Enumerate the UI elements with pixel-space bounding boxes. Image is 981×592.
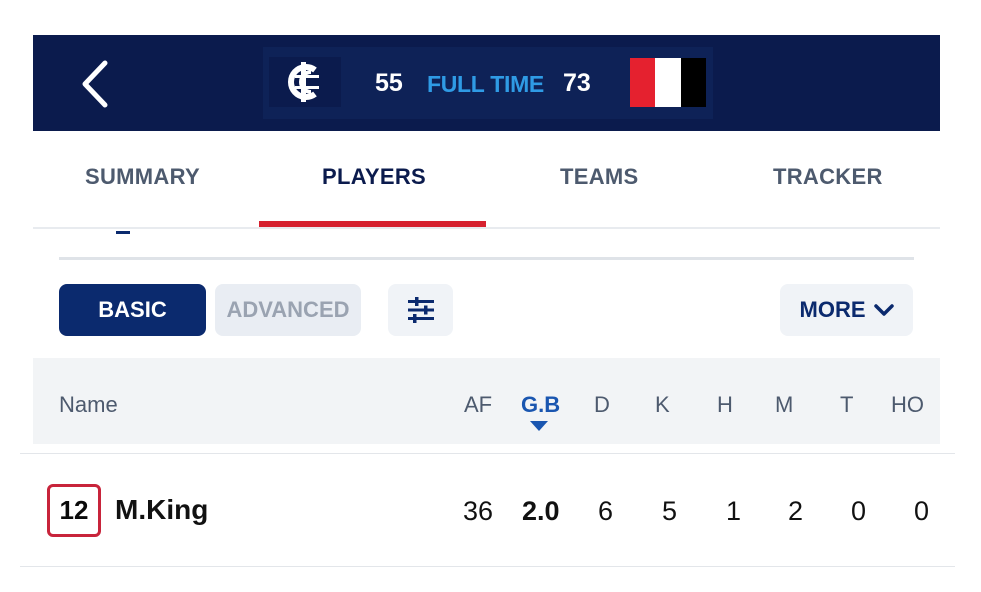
column-header-t[interactable]: T xyxy=(840,392,853,418)
filter-button[interactable] xyxy=(388,284,453,336)
cell-t: 0 xyxy=(851,496,867,526)
basic-stats-button[interactable]: BASIC xyxy=(59,284,206,336)
cell-d: 6 xyxy=(598,496,614,526)
sliders-icon xyxy=(407,297,434,323)
cell-ho: 0 xyxy=(914,496,930,526)
jumper-number: 12 xyxy=(47,484,101,537)
away-club-logo xyxy=(630,58,706,107)
chevron-left-icon xyxy=(82,60,108,108)
cell-m: 2 xyxy=(788,496,804,526)
sort-descending-icon xyxy=(530,421,548,431)
chevron-down-icon xyxy=(873,304,894,316)
back-button[interactable] xyxy=(75,59,115,109)
away-score: 73 xyxy=(563,69,591,97)
stripe-white xyxy=(655,58,681,107)
match-status: FULL TIME xyxy=(427,71,544,97)
stripe-red xyxy=(630,58,656,107)
column-header-af[interactable]: AF xyxy=(464,392,492,418)
column-header-gb[interactable]: G.B xyxy=(521,392,560,418)
cell-h: 1 xyxy=(726,496,742,526)
match-tabs: SUMMARY PLAYERS TEAMS TRACKER xyxy=(33,131,940,227)
more-label: MORE xyxy=(799,297,866,322)
row-divider xyxy=(20,566,955,567)
tab-players[interactable]: PLAYERS xyxy=(322,164,426,190)
carlton-logo-icon xyxy=(288,62,319,102)
cell-af: 36 xyxy=(463,496,494,526)
scoreboard: 55 FULL TIME 73 xyxy=(263,47,713,119)
home-club-logo xyxy=(269,57,341,107)
stripe-black xyxy=(680,58,706,107)
home-score: 55 xyxy=(375,69,403,97)
section-divider xyxy=(59,257,914,260)
stats-table-header: Name AF G.B D K H M T HO xyxy=(33,358,940,444)
cell-gb: 2.0 xyxy=(522,496,560,526)
scrolled-content-edge xyxy=(116,226,130,234)
tab-tracker[interactable]: TRACKER xyxy=(773,164,883,190)
match-header: 55 FULL TIME 73 xyxy=(33,35,940,131)
column-header-m[interactable]: M xyxy=(775,392,793,418)
column-header-ho[interactable]: HO xyxy=(891,392,924,418)
advanced-stats-button[interactable]: ADVANCED xyxy=(215,284,361,336)
tabs-divider xyxy=(33,227,940,229)
more-button[interactable]: MORE xyxy=(780,284,913,336)
cell-k: 5 xyxy=(662,496,678,526)
column-header-k[interactable]: K xyxy=(655,392,670,418)
table-row[interactable]: 12 M.King 36 2.0 6 5 1 2 0 0 xyxy=(20,454,955,566)
column-header-h[interactable]: H xyxy=(717,392,733,418)
column-header-name[interactable]: Name xyxy=(59,392,118,418)
player-name[interactable]: M.King xyxy=(115,494,208,526)
tab-summary[interactable]: SUMMARY xyxy=(85,164,200,190)
tab-teams[interactable]: TEAMS xyxy=(560,164,639,190)
column-header-d[interactable]: D xyxy=(594,392,610,418)
